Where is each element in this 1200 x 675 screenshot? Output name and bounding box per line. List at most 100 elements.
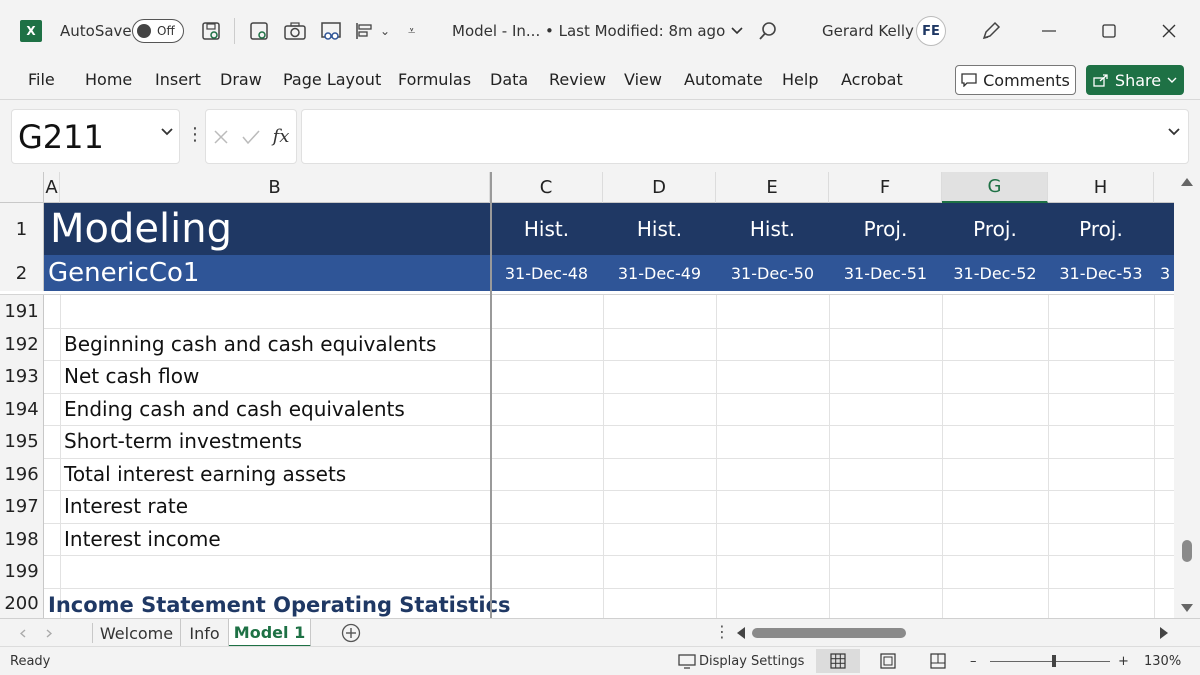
period-type-d[interactable]: Hist. <box>603 203 716 255</box>
next-sheet-icon[interactable] <box>46 629 52 638</box>
period-date-c[interactable]: 31-Dec-48 <box>490 255 603 291</box>
tab-page-layout[interactable]: Page Layout <box>283 70 381 89</box>
add-sheet-icon[interactable] <box>341 623 361 643</box>
row-header[interactable]: 192 <box>0 328 44 360</box>
period-date-h[interactable]: 31-Dec-53 <box>1048 255 1154 291</box>
scroll-left-icon[interactable] <box>737 627 745 639</box>
row-header-2[interactable]: 2 <box>0 255 44 291</box>
row-header[interactable]: 191 <box>0 295 44 328</box>
cell-label[interactable]: Ending cash and cash equivalents <box>64 393 405 425</box>
chevron-down-icon[interactable] <box>1168 128 1180 136</box>
column-header-d[interactable]: D <box>603 172 716 203</box>
tab-split-handle-icon[interactable]: ⋮ <box>714 622 730 641</box>
horizontal-scroll-thumb[interactable] <box>752 628 906 638</box>
chevron-down-icon[interactable] <box>161 128 173 136</box>
row-header[interactable]: 195 <box>0 425 44 458</box>
pen-icon[interactable] <box>980 0 1002 62</box>
period-date-overflow[interactable]: 3 <box>1160 255 1174 291</box>
scroll-right-icon[interactable] <box>1160 627 1168 639</box>
model-title[interactable]: Modeling <box>50 203 232 255</box>
select-all-corner[interactable] <box>0 172 44 203</box>
period-type-e[interactable]: Hist. <box>716 203 829 255</box>
vertical-scroll-thumb[interactable] <box>1182 540 1192 562</box>
period-date-g[interactable]: 31-Dec-52 <box>942 255 1048 291</box>
zoom-slider[interactable] <box>990 661 1110 662</box>
display-settings-icon[interactable] <box>678 654 696 669</box>
tab-home[interactable]: Home <box>85 70 132 89</box>
search-icon[interactable] <box>758 0 778 62</box>
zoom-slider-thumb[interactable] <box>1052 655 1056 667</box>
save-icon[interactable] <box>199 0 223 62</box>
row-header[interactable]: 198 <box>0 523 44 555</box>
page-break-view-button[interactable] <box>916 649 960 673</box>
insert-function-button[interactable]: fx <box>273 126 290 147</box>
save-as-icon[interactable] <box>247 0 271 62</box>
column-header-partial[interactable] <box>1154 172 1174 203</box>
column-header-b[interactable]: B <box>60 172 490 203</box>
tab-help[interactable]: Help <box>782 70 818 89</box>
column-header-g[interactable]: G <box>942 172 1048 203</box>
formula-input[interactable] <box>301 109 1189 164</box>
align-left-icon[interactable] <box>352 0 376 62</box>
sheet-tab-model-1[interactable]: Model 1 <box>229 619 311 647</box>
period-type-f[interactable]: Proj. <box>829 203 942 255</box>
vertical-scrollbar[interactable] <box>1174 172 1200 618</box>
name-box[interactable]: G211 <box>11 109 180 164</box>
cell-label[interactable]: Net cash flow <box>64 360 199 392</box>
more-options-icon[interactable]: ⋮ <box>186 124 204 145</box>
company-name[interactable]: GenericCo1 <box>48 255 199 291</box>
scroll-down-icon[interactable] <box>1181 604 1193 612</box>
period-type-c[interactable]: Hist. <box>490 203 603 255</box>
avatar[interactable]: FE <box>916 0 946 62</box>
period-date-e[interactable]: 31-Dec-50 <box>716 255 829 291</box>
row-header-1[interactable]: 1 <box>0 203 44 255</box>
display-settings-label[interactable]: Display Settings <box>699 654 804 669</box>
camera-icon[interactable] <box>283 0 307 62</box>
close-icon[interactable] <box>1146 0 1192 62</box>
preview-icon[interactable] <box>319 0 343 62</box>
zoom-in-button[interactable]: + <box>1118 654 1129 669</box>
period-type-g[interactable]: Proj. <box>942 203 1048 255</box>
normal-view-button[interactable] <box>816 649 860 673</box>
tab-acrobat[interactable]: Acrobat <box>841 70 903 89</box>
zoom-out-button[interactable]: – <box>970 654 977 669</box>
column-header-a[interactable]: A <box>44 172 60 203</box>
zoom-level[interactable]: 130% <box>1144 654 1181 669</box>
cell-label[interactable]: Total interest earning assets <box>64 458 346 490</box>
column-header-f[interactable]: F <box>829 172 942 203</box>
row-header[interactable]: 193 <box>0 360 44 393</box>
row-header[interactable]: 200 <box>0 588 44 618</box>
period-type-h[interactable]: Proj. <box>1048 203 1154 255</box>
cell-label[interactable]: Beginning cash and cash equivalents <box>64 328 436 360</box>
autosave-toggle[interactable]: Off <box>132 0 184 62</box>
check-icon[interactable] <box>241 129 260 145</box>
row-header[interactable]: 197 <box>0 490 44 523</box>
tab-view[interactable]: View <box>624 70 662 89</box>
period-date-f[interactable]: 31-Dec-51 <box>829 255 942 291</box>
tab-review[interactable]: Review <box>549 70 606 89</box>
column-header-c[interactable]: C <box>490 172 603 203</box>
tab-automate[interactable]: Automate <box>684 70 763 89</box>
column-header-e[interactable]: E <box>716 172 829 203</box>
sheet-tab-welcome[interactable]: Welcome <box>93 619 181 647</box>
scroll-up-icon[interactable] <box>1181 178 1193 186</box>
row-header[interactable]: 199 <box>0 555 44 588</box>
cell-label[interactable]: Interest income <box>64 523 221 555</box>
chevron-down-icon[interactable]: ⌄ <box>380 0 390 62</box>
tab-insert[interactable]: Insert <box>155 70 201 89</box>
row-header[interactable]: 194 <box>0 393 44 425</box>
tab-formulas[interactable]: Formulas <box>398 70 471 89</box>
column-header-h[interactable]: H <box>1048 172 1154 203</box>
cancel-icon[interactable] <box>213 129 229 145</box>
comments-button[interactable]: Comments <box>955 65 1076 95</box>
tab-file[interactable]: File <box>28 70 55 89</box>
cell-label[interactable]: Interest rate <box>64 490 188 522</box>
period-date-d[interactable]: 31-Dec-49 <box>603 255 716 291</box>
page-layout-view-button[interactable] <box>866 649 910 673</box>
chevron-down-icon[interactable] <box>1167 77 1177 83</box>
sheet-tab-info[interactable]: Info <box>181 619 229 647</box>
prev-sheet-icon[interactable] <box>20 629 26 638</box>
cell-label[interactable]: Short-term investments <box>64 425 302 457</box>
tab-draw[interactable]: Draw <box>220 70 262 89</box>
maximize-icon[interactable] <box>1086 0 1132 62</box>
